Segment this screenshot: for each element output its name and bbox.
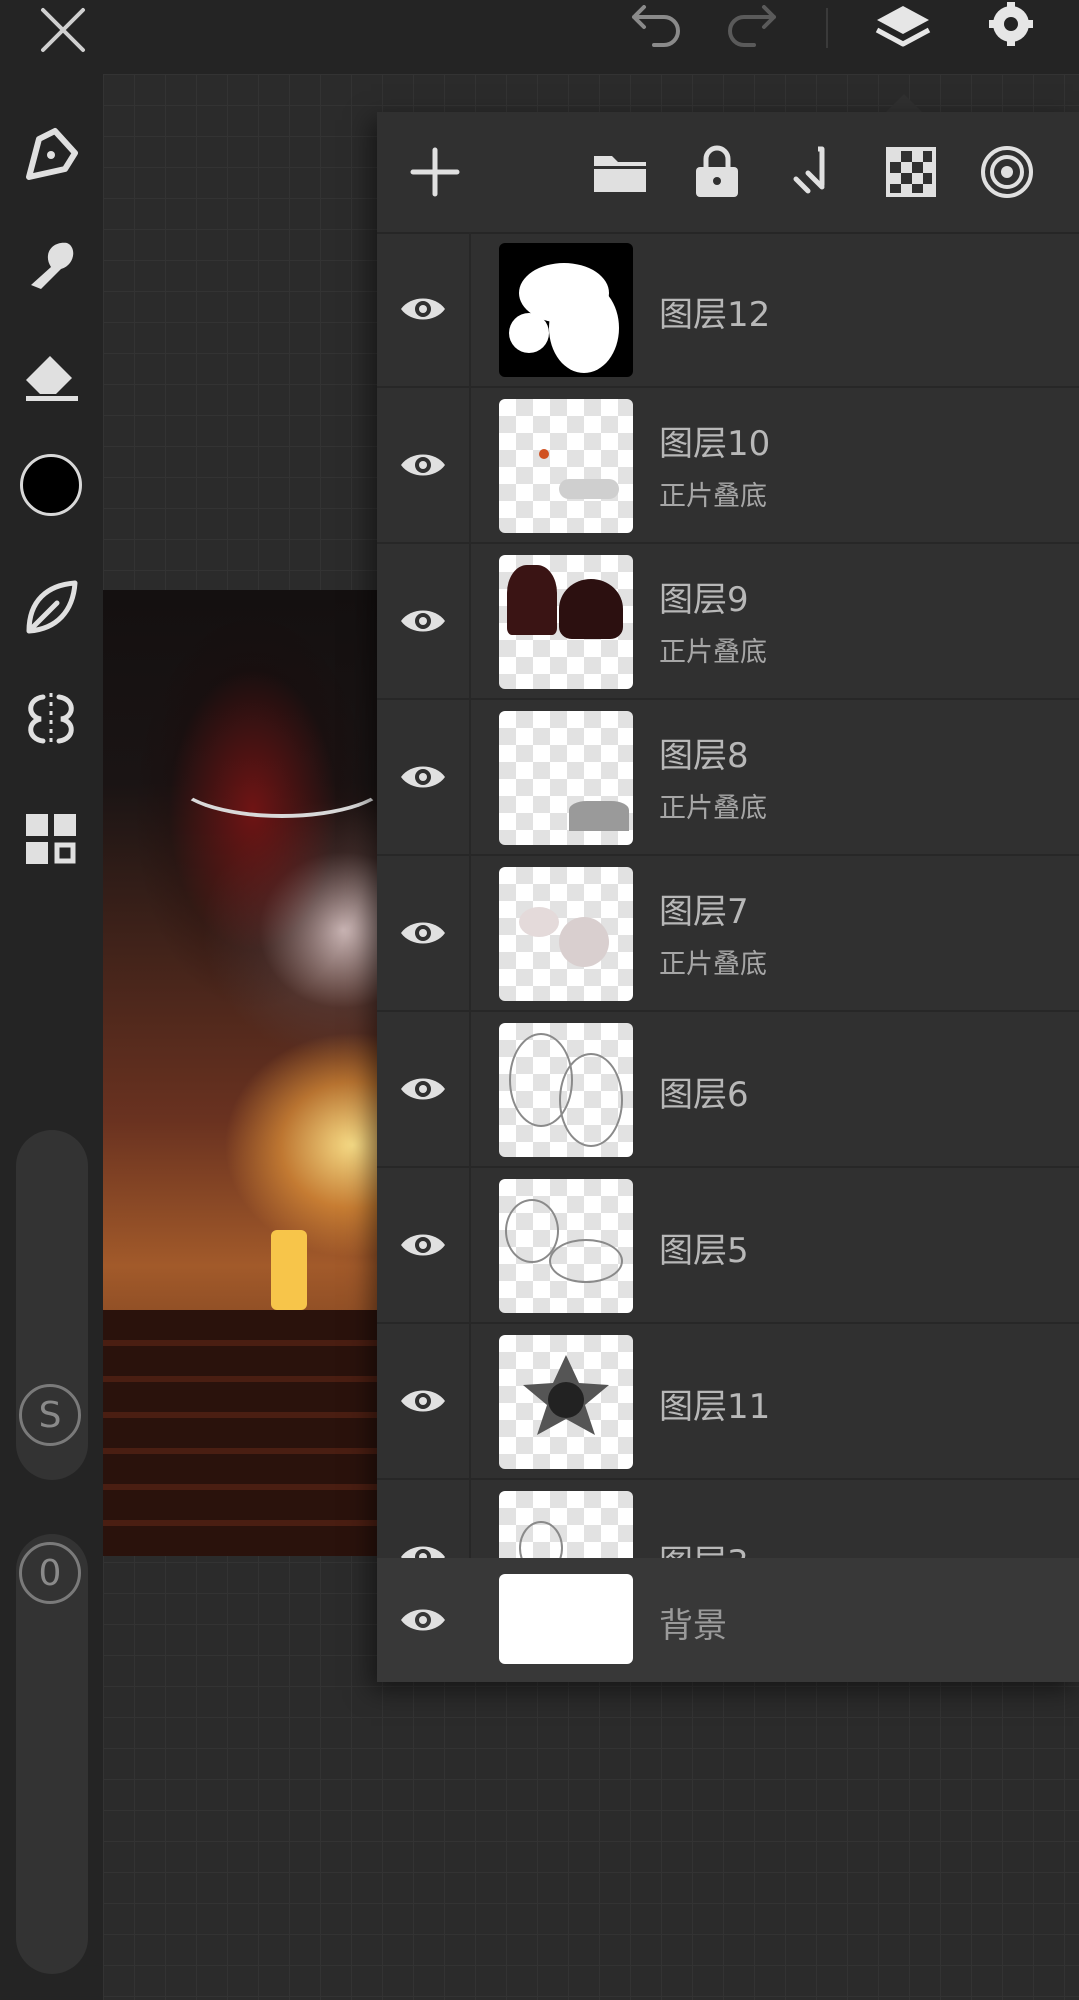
artwork-table (103, 1310, 403, 1556)
layer-name: 图层7 (659, 892, 749, 932)
layer-row[interactable]: 图层7 正片叠底 (377, 856, 1079, 1012)
layer-name: 图层6 (659, 1075, 749, 1115)
visibility-toggle[interactable] (377, 1012, 471, 1166)
visibility-toggle[interactable] (377, 544, 471, 698)
layer-list[interactable]: 图层12 图层10 正片叠底 图层9 正片叠底 图层8 正片叠底 图层7 正片叠… (377, 232, 1079, 1677)
redo-icon[interactable] (717, 0, 787, 60)
gear-icon[interactable] (976, 0, 1046, 60)
layer-blend-mode: 正片叠底 (659, 793, 767, 824)
layer-row[interactable]: 图层6 (377, 1012, 1079, 1168)
folder-icon[interactable] (590, 142, 650, 202)
visibility-toggle[interactable] (377, 1558, 469, 1682)
visibility-toggle[interactable] (377, 700, 471, 854)
layer-row[interactable]: 图层8 正片叠底 (377, 700, 1079, 856)
layer-thumbnail (499, 867, 633, 1001)
eraser-icon[interactable] (16, 340, 86, 410)
background-layer-row[interactable]: 背景 (377, 1558, 1079, 1682)
layer-name: 图层9 (659, 580, 749, 620)
leaf-icon[interactable] (16, 572, 86, 642)
grid-menu-icon[interactable] (16, 804, 86, 874)
left-toolbar: S 0 (0, 74, 103, 2000)
layer-thumbnail (499, 1179, 633, 1313)
checker-icon[interactable] (881, 142, 941, 202)
layers-panel-toolbar (377, 112, 1079, 234)
layer-blend-mode: 正片叠底 (659, 481, 767, 512)
target-icon[interactable] (977, 142, 1037, 202)
background-thumbnail (499, 1574, 633, 1664)
layers-icon[interactable] (868, 0, 938, 60)
panel-pointer (886, 94, 922, 112)
layer-name: 图层5 (659, 1231, 749, 1271)
merge-down-icon[interactable] (783, 142, 843, 202)
layer-row[interactable]: 图层9 正片叠底 (377, 544, 1079, 700)
layer-name: 图层10 (659, 424, 771, 464)
layer-row[interactable]: 图层10 正片叠底 (377, 388, 1079, 544)
visibility-toggle[interactable] (377, 1324, 471, 1478)
layer-thumbnail (499, 711, 633, 845)
symmetry-icon[interactable] (16, 684, 86, 754)
visibility-toggle[interactable] (377, 1168, 471, 1322)
brush-opacity-slider[interactable]: 0 (16, 1534, 88, 1974)
background-layer-name: 背景 (659, 1606, 727, 1646)
close-icon[interactable] (28, 0, 98, 60)
layer-row[interactable]: 图层5 (377, 1168, 1079, 1324)
lock-icon[interactable] (687, 142, 747, 202)
size-slider-label: S (19, 1384, 81, 1446)
layer-thumbnail (499, 1023, 633, 1157)
current-color-circle (20, 454, 82, 516)
plus-icon[interactable] (405, 142, 465, 202)
visibility-toggle[interactable] (377, 856, 471, 1010)
layers-panel: 图层12 图层10 正片叠底 图层9 正片叠底 图层8 正片叠底 图层7 正片叠… (377, 112, 1079, 1682)
layer-thumbnail (499, 399, 633, 533)
brush-size-slider[interactable]: S (16, 1130, 88, 1480)
artwork-candle (271, 1230, 307, 1310)
undo-icon[interactable] (621, 0, 691, 60)
layer-row[interactable]: 图层11 (377, 1324, 1079, 1480)
layer-name: 图层8 (659, 736, 749, 776)
top-bar (0, 0, 1079, 74)
toolbar-divider (826, 8, 828, 48)
visibility-toggle[interactable] (377, 388, 471, 542)
layer-thumbnail (499, 555, 633, 689)
layer-row[interactable]: 图层12 (377, 232, 1079, 388)
layer-thumbnail (499, 1335, 633, 1469)
layer-blend-mode: 正片叠底 (659, 637, 767, 668)
opacity-slider-label: 0 (19, 1542, 81, 1604)
visibility-toggle[interactable] (377, 232, 471, 386)
color-swatch[interactable] (16, 450, 86, 520)
layer-name: 图层12 (659, 295, 771, 335)
layer-thumbnail (499, 243, 633, 377)
artwork-headband (173, 740, 391, 818)
pen-icon[interactable] (16, 120, 86, 190)
layer-blend-mode: 正片叠底 (659, 949, 767, 980)
layer-name: 图层11 (659, 1387, 771, 1427)
smudge-icon[interactable] (16, 230, 86, 300)
